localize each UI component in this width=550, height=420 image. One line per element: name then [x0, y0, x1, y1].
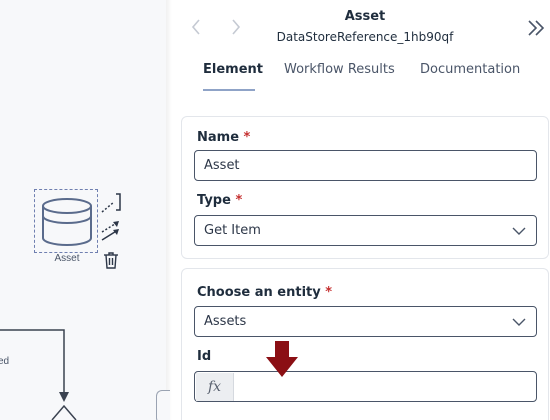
trash-icon [104, 252, 118, 269]
node-label: Asset [54, 253, 80, 264]
canvas-side-tab[interactable] [156, 390, 170, 420]
panel-title: Asset [344, 9, 386, 24]
association-tool[interactable] [100, 220, 122, 246]
properties-panel: Asset DataStoreReference_1hb90qf Element… [172, 0, 550, 420]
connect-tool[interactable] [100, 192, 122, 218]
edge-label: ed [0, 356, 10, 367]
delete-node-button[interactable] [103, 251, 119, 273]
connect-icon [101, 193, 121, 213]
tab-documentation[interactable]: Documentation [420, 62, 520, 77]
entity-label: Choose an entity * [197, 285, 333, 300]
arrows-icon [101, 221, 119, 241]
double-chevron-right-icon [528, 20, 545, 36]
datastore-node[interactable] [34, 189, 98, 253]
collapse-panel-button[interactable] [526, 18, 546, 42]
active-tab-indicator [203, 89, 255, 91]
database-icon [42, 198, 92, 246]
chevron-down-icon [512, 318, 526, 326]
tab-workflow-results[interactable]: Workflow Results [284, 62, 395, 77]
sequence-flow [0, 329, 77, 420]
id-expression-input[interactable]: fx [194, 371, 537, 402]
panel-subtitle: DataStoreReference_1hb90qf [276, 30, 454, 44]
type-label: Type * [197, 193, 243, 208]
diagram-canvas[interactable]: Asset ed [0, 0, 166, 420]
fx-icon[interactable]: fx [196, 373, 234, 401]
id-label: Id [197, 349, 212, 364]
down-arrow-icon [266, 341, 298, 377]
entity-card: Choose an entity * Assets Id fx [181, 268, 549, 420]
general-card: Name * Asset Type * Get Item [181, 116, 549, 259]
panel-tabs: Element Workflow Results Documentation [172, 62, 550, 92]
chevron-down-icon [512, 227, 526, 235]
tab-element[interactable]: Element [203, 62, 263, 77]
entity-select[interactable]: Assets [194, 306, 537, 337]
name-label: Name * [197, 130, 251, 145]
name-input[interactable]: Asset [194, 150, 537, 181]
type-select[interactable]: Get Item [194, 215, 537, 246]
